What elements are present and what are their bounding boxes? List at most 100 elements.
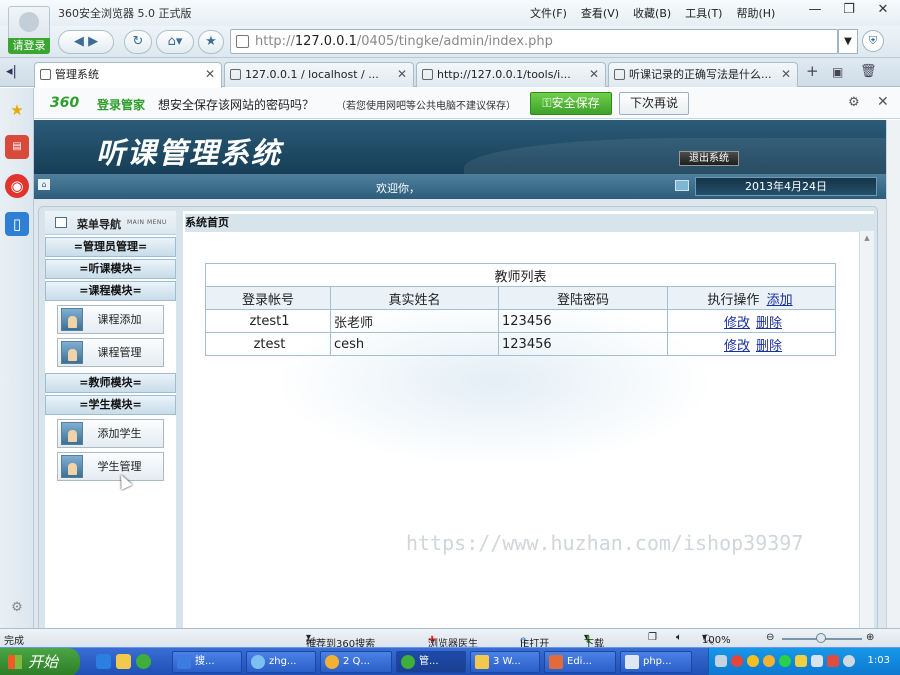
favorites-star-icon[interactable]: ★: [5, 98, 29, 122]
later-button[interactable]: 下次再说: [619, 92, 689, 115]
qq-tray-icon[interactable]: [747, 655, 759, 667]
trash-icon[interactable]: 🗑︎: [860, 64, 877, 79]
zoom-out-icon[interactable]: ⊖: [766, 632, 774, 643]
mobile-icon[interactable]: ▯: [5, 212, 29, 236]
password-hint: （若您使用网吧等公共电脑不建议保存）: [336, 101, 516, 112]
zoom-in-icon[interactable]: ⊕: [866, 632, 874, 643]
taskbar-item-php[interactable]: php...: [620, 651, 692, 673]
ie-quicklaunch-icon[interactable]: [96, 654, 111, 669]
taskbar-item-management[interactable]: 管...: [396, 651, 466, 673]
window-icon[interactable]: ❐: [648, 632, 657, 643]
course-manage-button[interactable]: 课程管理: [57, 338, 164, 367]
menu-favorites[interactable]: 收藏(B): [633, 5, 671, 21]
close-tab-icon[interactable]: ✕: [589, 63, 599, 86]
course-add-button[interactable]: 课程添加: [57, 305, 164, 334]
security-shield-button[interactable]: ⛨: [862, 30, 884, 52]
address-bar[interactable]: http://127.0.0.1/0405/tingke/admin/index…: [230, 29, 838, 54]
close-tab-icon[interactable]: ✕: [205, 63, 215, 86]
news-icon[interactable]: ▤: [5, 135, 29, 159]
gear-icon[interactable]: ⚙: [848, 95, 860, 110]
refresh-button[interactable]: ↻: [124, 30, 152, 54]
antivirus-icon[interactable]: [731, 655, 743, 667]
module-admin[interactable]: =管理员管理=: [45, 237, 176, 257]
menu-view[interactable]: 查看(V): [581, 5, 619, 21]
menu-tools[interactable]: 工具(T): [685, 5, 722, 21]
edit-link[interactable]: 修改: [724, 316, 750, 331]
edit-link[interactable]: 修改: [724, 339, 750, 354]
zoom-label: 100%: [702, 635, 731, 646]
speaker-icon[interactable]: 🔈︎: [676, 632, 682, 643]
taskbar-item-editor[interactable]: Edi...: [544, 651, 616, 673]
student-manage-button[interactable]: 学生管理: [57, 452, 164, 481]
weibo-icon[interactable]: ◉: [5, 174, 29, 198]
tab-list-icon[interactable]: ▣: [832, 65, 843, 79]
taskbar-item-qq[interactable]: 2 Q...: [320, 651, 392, 673]
start-button[interactable]: 开始: [0, 648, 80, 675]
network-icon[interactable]: [779, 655, 791, 667]
module-course[interactable]: =课程模块=: [45, 281, 176, 301]
forward-arrow-icon[interactable]: ▶: [88, 34, 98, 49]
zoom-slider-handle[interactable]: [816, 633, 826, 643]
taskbar-item-explorer[interactable]: 3 W...: [470, 651, 540, 673]
table-row: ztest1 张老师 123456 修改 删除: [205, 309, 836, 333]
menu-file[interactable]: 文件(F): [530, 5, 567, 21]
address-url[interactable]: http://127.0.0.1/0405/tingke/admin/index…: [255, 34, 553, 49]
recommend-button[interactable]: 👍︎ 推荐到360搜索 ▾: [306, 632, 375, 650]
tab-label: 听课记录的正确写法是什么...: [629, 68, 772, 81]
keyboard-icon[interactable]: [715, 655, 727, 667]
favorite-star-button[interactable]: ★: [198, 30, 224, 54]
shield-tray-icon[interactable]: [795, 655, 807, 667]
home-button[interactable]: ⌂▾: [156, 30, 194, 54]
tab-localhost[interactable]: 127.0.0.1 / localhost / ... ✕: [224, 62, 414, 87]
maximize-button[interactable]: ❐: [832, 0, 866, 22]
minimize-button[interactable]: —: [798, 0, 832, 22]
app-tray-icon[interactable]: [827, 655, 839, 667]
address-dropdown-button[interactable]: ▼: [838, 29, 858, 54]
taskbar-item-search[interactable]: 搜...: [172, 651, 242, 673]
volume-icon[interactable]: [811, 655, 823, 667]
login-badge[interactable]: 请登录: [8, 38, 50, 54]
browser360-quicklaunch-icon[interactable]: [136, 654, 151, 669]
content-scrollbar[interactable]: ▲: [859, 231, 874, 628]
taskbar-clock[interactable]: 1:03: [868, 655, 890, 666]
module-student[interactable]: =学生模块=: [45, 395, 176, 415]
delete-link[interactable]: 删除: [756, 316, 782, 331]
tab-tools[interactable]: http://127.0.0.1/tools/i... ✕: [416, 62, 606, 87]
close-tab-icon[interactable]: ✕: [397, 63, 407, 86]
module-teacher[interactable]: =教师模块=: [45, 373, 176, 393]
cell-password: 123456: [498, 332, 668, 356]
paw-icon: [614, 69, 625, 80]
delete-link[interactable]: 删除: [756, 339, 782, 354]
windows-flag-icon: [8, 655, 22, 669]
brand-logo: 360: [50, 95, 80, 111]
back-arrow-icon[interactable]: ◀: [74, 34, 84, 49]
home-icon: ⌂▾: [167, 34, 183, 49]
module-listening[interactable]: =听课模块=: [45, 259, 176, 279]
tab-management-system[interactable]: 管理系统 ✕: [34, 62, 222, 88]
scroll-up-icon[interactable]: ▲: [862, 233, 872, 243]
settings-gear-icon[interactable]: ⚙: [5, 596, 29, 620]
user-icon: [61, 422, 83, 445]
clock-tray-icon[interactable]: [843, 655, 855, 667]
sidebar-toggle-icon[interactable]: ◂|: [6, 64, 17, 79]
close-window-button[interactable]: ✕: [866, 0, 900, 22]
folder-quicklaunch-icon[interactable]: [116, 654, 131, 669]
zoom-button[interactable]: 🔍︎ 100% ▾: [702, 632, 731, 646]
student-add-button[interactable]: 添加学生: [57, 419, 164, 448]
tab-search[interactable]: 听课记录的正确写法是什么... ✕: [608, 62, 798, 87]
logout-button[interactable]: 退出系统: [679, 151, 739, 166]
url-path: /0405/tingke/admin/index.php: [356, 34, 553, 49]
download-button[interactable]: ⬇ 下载 ▾: [584, 632, 604, 650]
save-password-button[interactable]: ⚿安全保存: [530, 92, 612, 115]
taskbar-item-zhg[interactable]: zhg...: [246, 651, 316, 673]
back-forward-buttons[interactable]: ◀ ▶: [58, 30, 114, 54]
close-icon[interactable]: ✕: [877, 94, 889, 110]
page-scrollbar[interactable]: [886, 120, 900, 628]
home-icon[interactable]: ⌂: [38, 179, 50, 190]
new-tab-icon[interactable]: +: [806, 62, 819, 80]
qq2-tray-icon[interactable]: [763, 655, 775, 667]
save-password-label: 安全保存: [551, 96, 600, 110]
add-teacher-link[interactable]: 添加: [767, 293, 793, 308]
close-tab-icon[interactable]: ✕: [781, 63, 791, 86]
menu-help[interactable]: 帮助(H): [736, 5, 775, 21]
